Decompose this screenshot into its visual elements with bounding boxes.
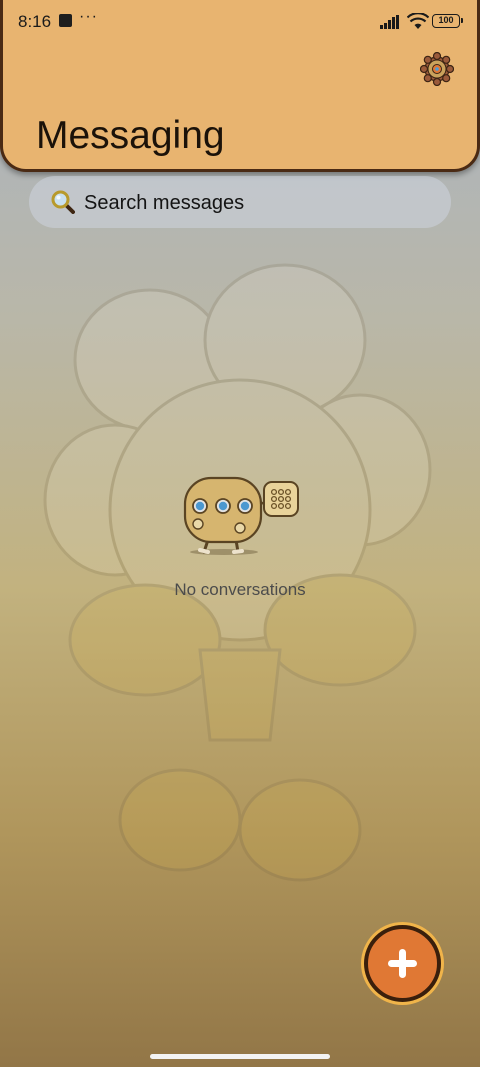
search-bar[interactable]: Search messages — [29, 176, 451, 228]
page-title: Messaging — [36, 114, 225, 157]
gear-icon[interactable] — [420, 52, 454, 86]
wifi-icon — [407, 13, 429, 29]
new-conversation-button[interactable] — [364, 925, 441, 1002]
notification-square-icon — [59, 14, 72, 27]
battery-icon: 100 — [432, 14, 463, 28]
signal-icon — [380, 15, 399, 29]
plus-icon — [388, 949, 417, 978]
more-notifications-icon: ··· — [79, 8, 98, 25]
empty-state-message: No conversations — [174, 580, 306, 599]
status-bar: 8:16 ··· 100 — [3, 0, 477, 42]
status-time: 8:16 — [18, 12, 52, 31]
home-indicator[interactable] — [150, 1054, 330, 1059]
search-placeholder: Search messages — [84, 192, 245, 214]
app-header: 8:16 ··· 100 Messaging — [0, 0, 480, 172]
cookie-mascot-dice-icon — [183, 476, 299, 555]
search-icon — [51, 190, 75, 214]
